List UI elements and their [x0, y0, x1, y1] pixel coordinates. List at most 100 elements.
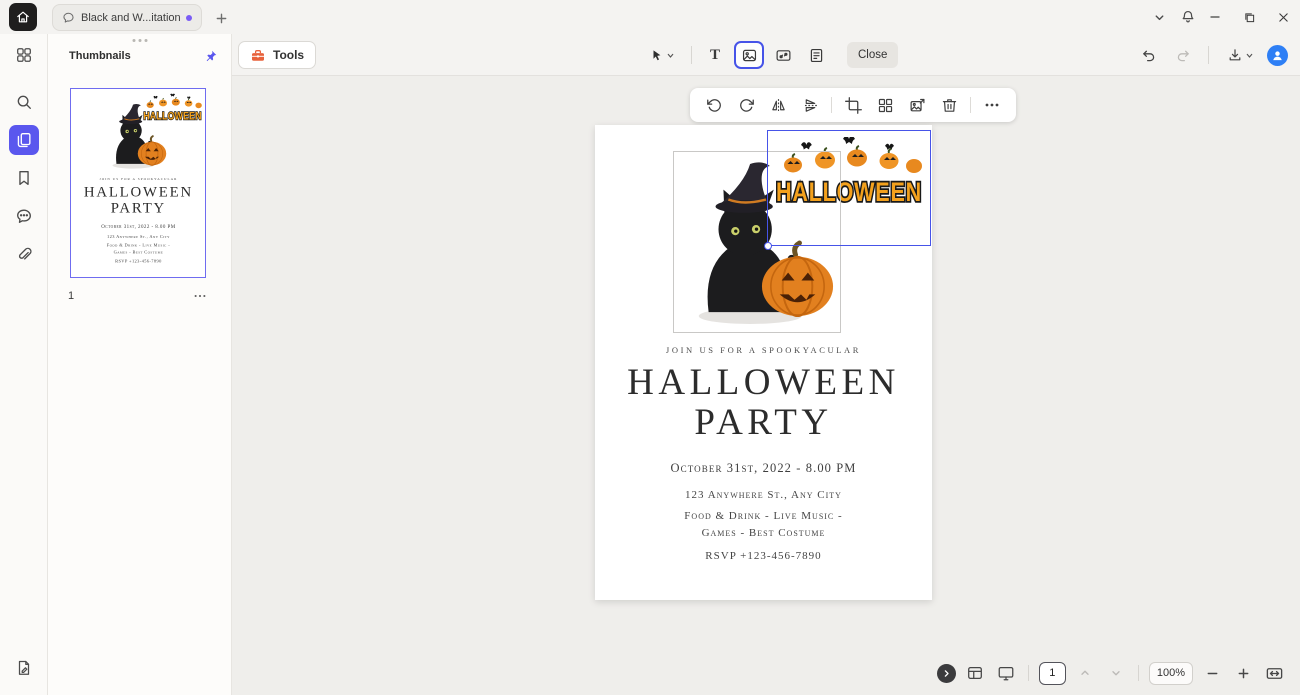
sidebar-item-search[interactable] — [9, 87, 39, 117]
statusbar-collapse-button[interactable] — [937, 664, 956, 683]
thumbnails-panel-title: Thumbnails — [69, 50, 131, 62]
more-options-button[interactable] — [977, 92, 1007, 118]
titlebar-menu-button[interactable] — [1153, 11, 1166, 24]
delete-image-button[interactable] — [934, 92, 964, 118]
sidebar-item-attachments[interactable] — [9, 239, 39, 269]
selection-handle[interactable] — [764, 242, 772, 250]
rotate-left-icon — [706, 97, 723, 114]
grid-arrange-icon — [877, 97, 894, 114]
invite-details-1: Food & Drink - Live Music - — [595, 510, 932, 522]
zoom-out-button[interactable] — [1200, 661, 1224, 685]
presentation-button[interactable] — [994, 661, 1018, 685]
invite-datetime: October 31st, 2022 - 8.00 PM — [71, 223, 206, 229]
sticker-selection-box — [767, 130, 931, 246]
pdf-editor-app: Black and W...itation (1) — [0, 0, 1300, 695]
thumbnail-invitation-preview: HALLOWEEN HALLOWEEN JOIN US FOR A SPOOKY… — [71, 89, 206, 278]
thumbnails-panel: Thumbnails — [48, 34, 232, 695]
document-tab-icon — [62, 11, 75, 24]
thumbnail-footer: 1 — [68, 289, 207, 303]
rotate-left-button[interactable] — [699, 92, 729, 118]
sidebar-item-bookmarks[interactable] — [9, 163, 39, 193]
sidebar-item-thumbnails[interactable] — [9, 125, 39, 155]
invite-rsvp: RSVP +123-456-7890 — [595, 550, 932, 562]
minimize-button[interactable] — [1198, 0, 1232, 34]
invite-title-line1: HALLOWEEN — [595, 363, 932, 403]
divider — [970, 97, 971, 113]
flip-vertical-button[interactable] — [795, 92, 825, 118]
chevron-down-icon — [666, 51, 675, 60]
select-tool-button[interactable] — [642, 41, 682, 69]
search-icon — [15, 93, 33, 111]
thumbnail-more-button[interactable] — [193, 289, 207, 303]
redo-icon — [1175, 47, 1192, 64]
divider — [1208, 46, 1209, 64]
invite-details-2: Games - Best Costume — [595, 527, 932, 539]
redo-button[interactable] — [1169, 41, 1197, 69]
document-tab[interactable]: Black and W...itation (1) — [52, 4, 202, 31]
divider — [691, 46, 692, 64]
toolbar-right-group — [1134, 40, 1288, 70]
close-edit-label: Close — [858, 49, 887, 61]
zoom-level[interactable]: 100% — [1149, 662, 1193, 685]
close-window-button[interactable] — [1266, 0, 1300, 34]
text-tool-button[interactable]: T — [701, 41, 729, 69]
invite-title-line2: PARTY — [595, 403, 932, 443]
rotate-right-icon — [738, 97, 755, 114]
document-tab-title: Black and W...itation (1) — [81, 12, 180, 24]
monitor-icon — [997, 664, 1015, 682]
grid-view-button[interactable] — [963, 661, 987, 685]
rotate-right-button[interactable] — [731, 92, 761, 118]
form-tool-button[interactable] — [802, 41, 830, 69]
sidebar-item-comments[interactable] — [9, 201, 39, 231]
account-avatar[interactable] — [1267, 45, 1288, 66]
paperclip-icon — [15, 245, 33, 263]
sidebar-item-sign[interactable] — [9, 653, 39, 683]
bookmark-icon — [15, 169, 33, 187]
fit-width-button[interactable] — [1262, 661, 1286, 685]
flip-horizontal-icon — [770, 97, 787, 114]
next-page-button[interactable] — [1104, 661, 1128, 685]
image-tool-button[interactable] — [734, 41, 764, 69]
divider — [1138, 665, 1139, 681]
maximize-button[interactable] — [1232, 0, 1266, 34]
undo-icon — [1140, 47, 1157, 64]
thumbnail-page-number: 1 — [68, 290, 74, 302]
window-controls — [1198, 0, 1300, 34]
crop-button[interactable] — [838, 92, 868, 118]
save-button[interactable] — [1220, 41, 1260, 69]
tools-button-label: Tools — [273, 48, 304, 62]
arrange-button[interactable] — [870, 92, 900, 118]
sidebar-item-apps[interactable] — [9, 40, 39, 70]
pin-icon — [204, 49, 218, 63]
unsaved-indicator — [186, 15, 192, 21]
status-bar: 100% — [937, 661, 1286, 685]
tools-button[interactable]: Tools — [238, 41, 316, 69]
bell-icon — [1180, 9, 1196, 25]
invite-address: 123 Anywhere St., Any City — [71, 235, 206, 240]
new-tab-button[interactable] — [210, 7, 232, 29]
crop-icon — [845, 97, 862, 114]
image-icon — [741, 47, 758, 64]
notifications-button[interactable] — [1180, 9, 1196, 25]
replace-image-button[interactable] — [902, 92, 932, 118]
previous-page-button[interactable] — [1073, 661, 1097, 685]
home-button[interactable] — [9, 3, 37, 31]
page-thumbnail-1[interactable]: HALLOWEEN HALLOWEEN JOIN US FOR A SPOOKY… — [70, 88, 206, 278]
flip-horizontal-button[interactable] — [763, 92, 793, 118]
invite-eyebrow: JOIN US FOR A SPOOKYACULAR — [71, 177, 206, 181]
pin-panel-button[interactable] — [204, 49, 218, 63]
ellipsis-icon — [984, 97, 1000, 113]
form-icon — [808, 47, 825, 64]
invite-address: 123 Anywhere St., Any City — [595, 489, 932, 501]
panel-resize-handle[interactable] — [132, 39, 147, 42]
page-number-input[interactable] — [1039, 662, 1066, 685]
edit-mode-tools: T — [642, 40, 898, 70]
invite-eyebrow: JOIN US FOR A SPOOKYACULAR — [595, 345, 932, 355]
link-tool-button[interactable] — [769, 41, 797, 69]
close-edit-button[interactable]: Close — [847, 42, 898, 68]
undo-button[interactable] — [1134, 41, 1162, 69]
titlebar: Black and W...itation (1) — [0, 0, 1300, 34]
plus-icon — [215, 12, 228, 25]
home-icon — [15, 9, 31, 25]
zoom-in-button[interactable] — [1231, 661, 1255, 685]
